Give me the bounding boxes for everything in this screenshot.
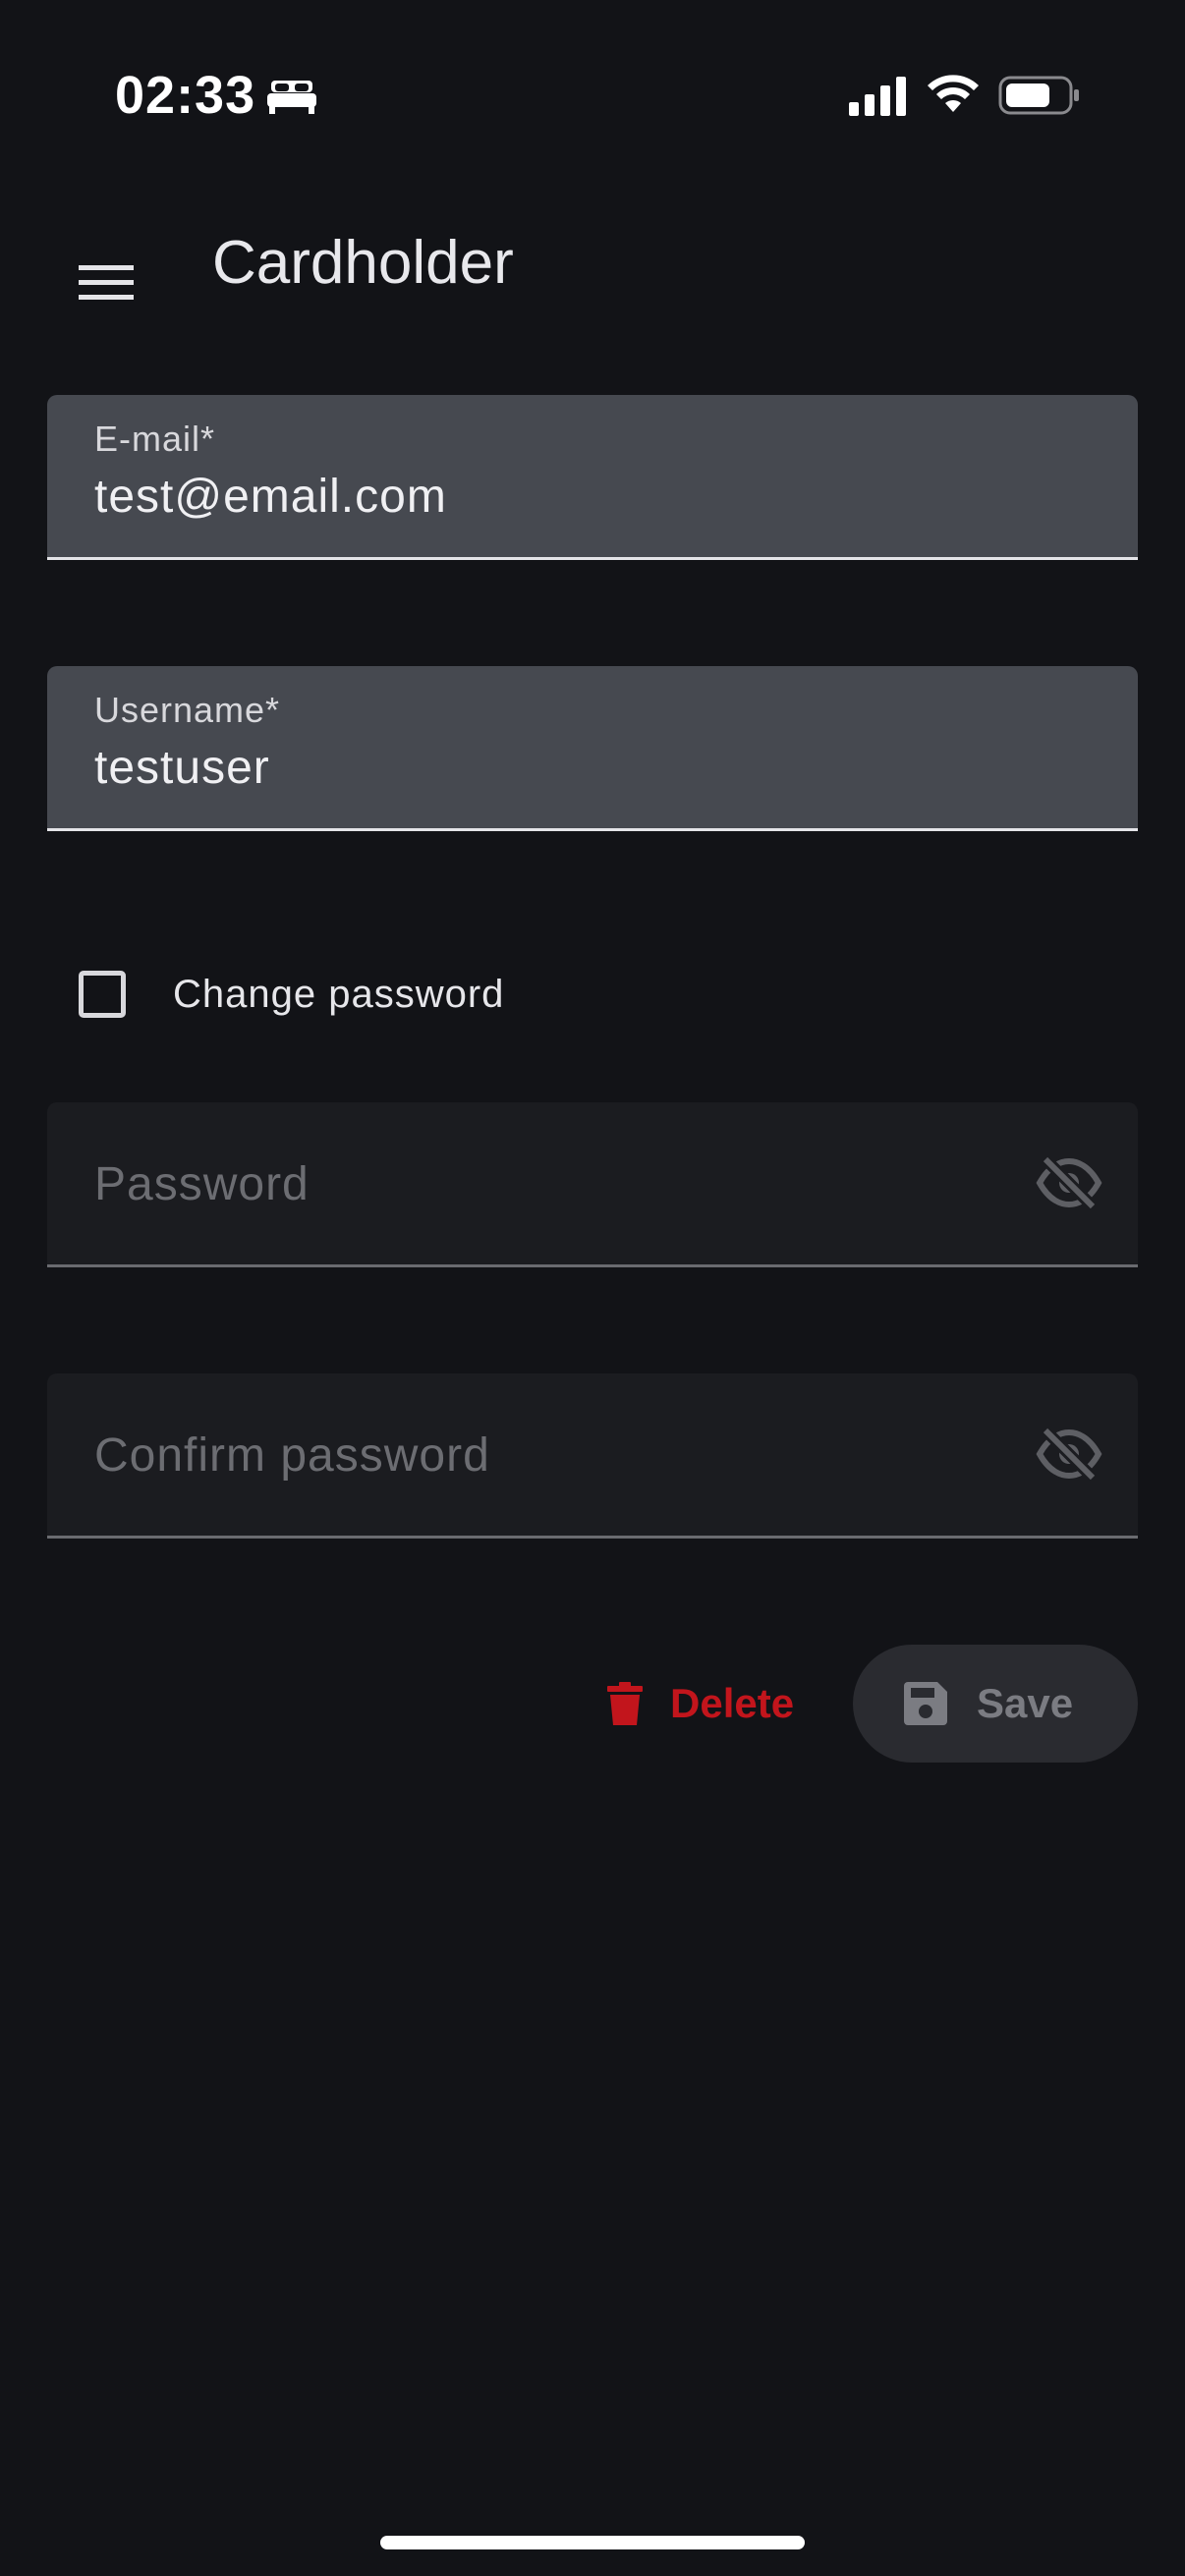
email-field-label: E-mail*	[94, 419, 216, 459]
password-field[interactable]: Password	[47, 1102, 1138, 1267]
change-password-checkbox[interactable]	[79, 971, 126, 1018]
home-indicator[interactable]	[380, 2536, 805, 2549]
save-button-label: Save	[977, 1680, 1074, 1726]
status-time: 02:33	[115, 66, 256, 125]
signal-icon	[849, 77, 906, 116]
hamburger-menu-icon	[79, 265, 134, 300]
app-bar: Cardholder	[0, 187, 1185, 344]
username-field-value: testuser	[94, 742, 270, 794]
battery-icon	[998, 76, 1079, 115]
eye-off-icon[interactable]	[1036, 1153, 1102, 1212]
email-field[interactable]: E-mail* test@email.com	[47, 395, 1138, 560]
menu-button[interactable]	[59, 236, 153, 330]
confirm-password-field[interactable]: Confirm password	[47, 1373, 1138, 1539]
username-field[interactable]: Username* testuser	[47, 666, 1138, 831]
username-field-label: Username*	[94, 690, 281, 730]
confirm-password-placeholder: Confirm password	[94, 1429, 490, 1482]
status-bar: 02:33	[0, 0, 1185, 187]
save-button[interactable]: Save	[853, 1645, 1138, 1763]
delete-button-label: Delete	[670, 1680, 795, 1726]
bed-icon	[267, 81, 316, 114]
change-password-checkbox-row[interactable]: Change password	[79, 963, 504, 1026]
page-title: Cardholder	[212, 229, 514, 297]
floppy-disk-icon	[904, 1682, 947, 1725]
wifi-icon	[928, 75, 979, 112]
delete-button[interactable]: Delete	[607, 1647, 794, 1761]
change-password-label: Change password	[173, 972, 505, 1016]
eye-off-icon[interactable]	[1036, 1425, 1102, 1484]
trash-icon	[607, 1682, 643, 1725]
password-placeholder: Password	[94, 1158, 310, 1210]
email-field-value: test@email.com	[94, 471, 447, 523]
